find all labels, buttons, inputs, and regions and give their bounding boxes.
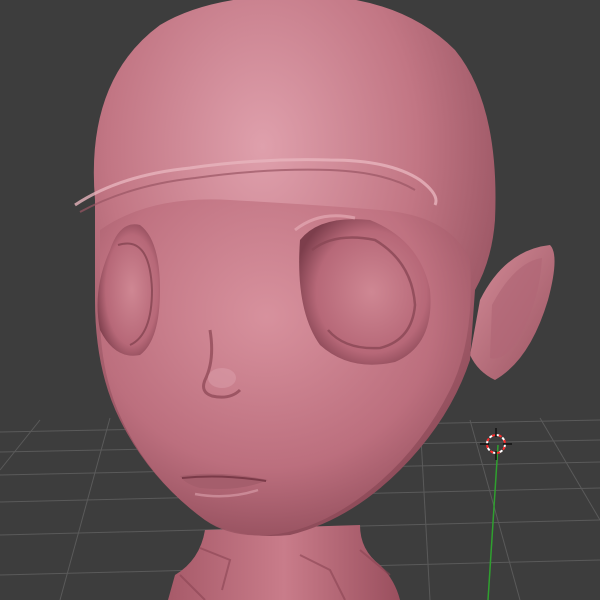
face-front [99, 199, 471, 536]
viewport-canvas[interactable] [0, 0, 600, 600]
3d-cursor-icon[interactable] [480, 428, 512, 460]
3d-viewport[interactable] [0, 0, 600, 600]
nose-tip-highlight [208, 368, 236, 388]
neck-mesh [168, 525, 400, 600]
